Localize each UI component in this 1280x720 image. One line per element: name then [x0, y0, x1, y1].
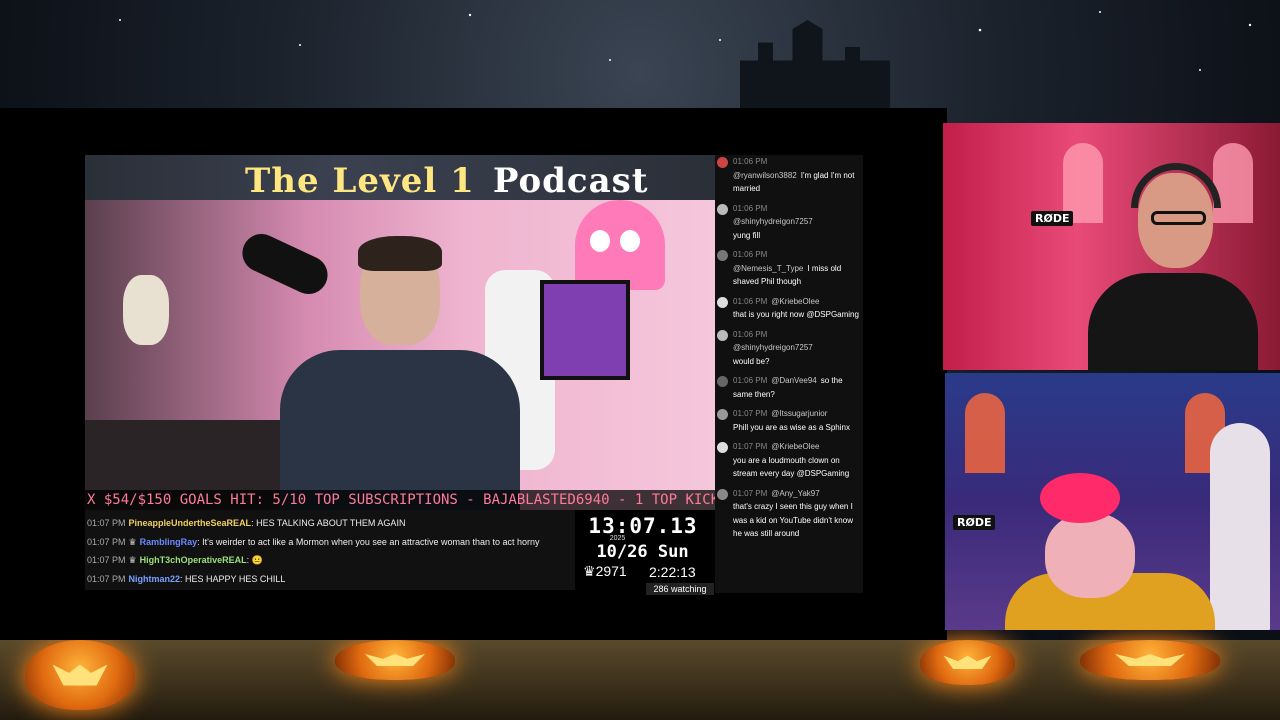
- studio-scene: [85, 200, 715, 510]
- chat-line: 01:07 PM Nightman22: HES HAPPY HES CHILL: [87, 573, 286, 584]
- night-sky-background: [119, 11, 1252, 81]
- chat-message: @shinyhydreigon7257: [733, 217, 813, 226]
- chat-message: yung fill: [733, 230, 761, 240]
- ghost-bride-decoration: [1210, 423, 1270, 630]
- goal-ticker: X $54/$150 GOALS HIT: 5/10 TOP SUBSCRIPT…: [85, 490, 715, 510]
- crown-icon: ♛: [128, 536, 137, 547]
- chat-message: 01:07 PM @KriebeOlee: [715, 440, 863, 454]
- clock-year: 2025: [609, 535, 626, 542]
- host-person: [280, 236, 520, 510]
- chat-message: would be?: [733, 356, 770, 366]
- chat-message: 01:07 PM @Itssugarjunior: [715, 407, 863, 421]
- avatar: [717, 488, 728, 500]
- chat-message: 01:06 PM @KriebeOlee: [715, 295, 863, 309]
- chat-message: Phill you are as wise as a Sphinx: [733, 422, 850, 432]
- webcam-bottom[interactable]: RØDE: [945, 373, 1280, 630]
- sub-count: ♛2971: [583, 563, 627, 579]
- chat-message: that's crazy I seen this guy when I was …: [733, 502, 853, 538]
- mic-label: RØDE: [953, 515, 996, 530]
- lower-chat-panel: 01:07 PM PineappleUndertheSeaREAL: HES TA…: [85, 510, 575, 590]
- ghost-plush: [575, 200, 665, 290]
- chat-line: 01:07 PM ♛ HighT3chOperativeREAL: 😐: [87, 555, 263, 565]
- pumpkin-decoration: [25, 640, 135, 710]
- glasses: [1151, 211, 1206, 225]
- podcast-title: The Level 1 Podcast: [245, 161, 649, 201]
- side-chat-panel[interactable]: 01:06 PM @ryanwilson3882 I'm glad I'm not…: [715, 155, 863, 593]
- avatar: [717, 203, 728, 215]
- avatar: [717, 409, 728, 420]
- viewer-count: 286 watching: [646, 583, 714, 595]
- avatar: [717, 296, 728, 308]
- costume-hair: [1040, 473, 1120, 523]
- pumpkin-decoration: [1080, 640, 1220, 680]
- avatar: [717, 157, 728, 168]
- mic-label: RØDE: [1031, 211, 1074, 226]
- webcam-top[interactable]: RØDE: [943, 123, 1280, 370]
- chat-message: 01:06 PM: [715, 248, 863, 262]
- gothic-window: [965, 393, 1005, 473]
- podcast-banner: The Level 1 Podcast: [85, 155, 715, 201]
- clock-date: 10/26 Sun: [596, 542, 689, 562]
- chat-message: @ryanwilson3882 I'm glad I'm not married: [733, 170, 855, 194]
- chat-message: 01:06 PM @DanVee94 so the same then?: [715, 374, 863, 401]
- stream-overlay: The Level 1 Podcast X $54/$150 GOALS HIT:…: [0, 0, 1280, 720]
- pumpkin-decoration: [335, 640, 455, 680]
- avatar: [717, 442, 728, 453]
- chat-message: that is you right now @DSPGaming: [733, 310, 859, 319]
- chat-message: you are a loudmouth clown on stream ever…: [733, 455, 850, 479]
- pumpkin-decoration: [920, 640, 1015, 685]
- gothic-window: [1213, 143, 1253, 223]
- chat-message: @shinyhydreigon7257: [733, 343, 813, 352]
- chat-message: 01:06 PM: [715, 328, 863, 342]
- costume-face: [1045, 513, 1135, 598]
- chat-message: @Nemesis_T_Type I miss old shaved Phil th…: [733, 263, 842, 287]
- chat-line: 01:07 PM ♛ RamblingRay: It's weirder to ac…: [87, 536, 540, 547]
- skeleton-frame: [540, 280, 630, 380]
- chat-message: 01:06 PM: [715, 202, 863, 216]
- headphones: [1131, 163, 1221, 208]
- avatar: [717, 250, 728, 261]
- avatar: [717, 329, 728, 341]
- avatar: [717, 376, 728, 387]
- streamer-body: [1088, 273, 1258, 370]
- crown-icon: ♛: [583, 563, 596, 579]
- crown-icon: ♛: [128, 555, 137, 565]
- podcast-video[interactable]: The Level 1 Podcast X $54/$150 GOALS HIT:…: [85, 155, 715, 510]
- stream-duration: 2:22:13: [649, 564, 696, 580]
- chat-line: 01:07 PM PineappleUndertheSeaREAL: HES TA…: [87, 518, 406, 528]
- chat-message: 01:06 PM: [715, 155, 863, 169]
- skull-mask: [123, 275, 169, 345]
- chat-message: 01:07 PM @Any_Yak97: [715, 487, 863, 501]
